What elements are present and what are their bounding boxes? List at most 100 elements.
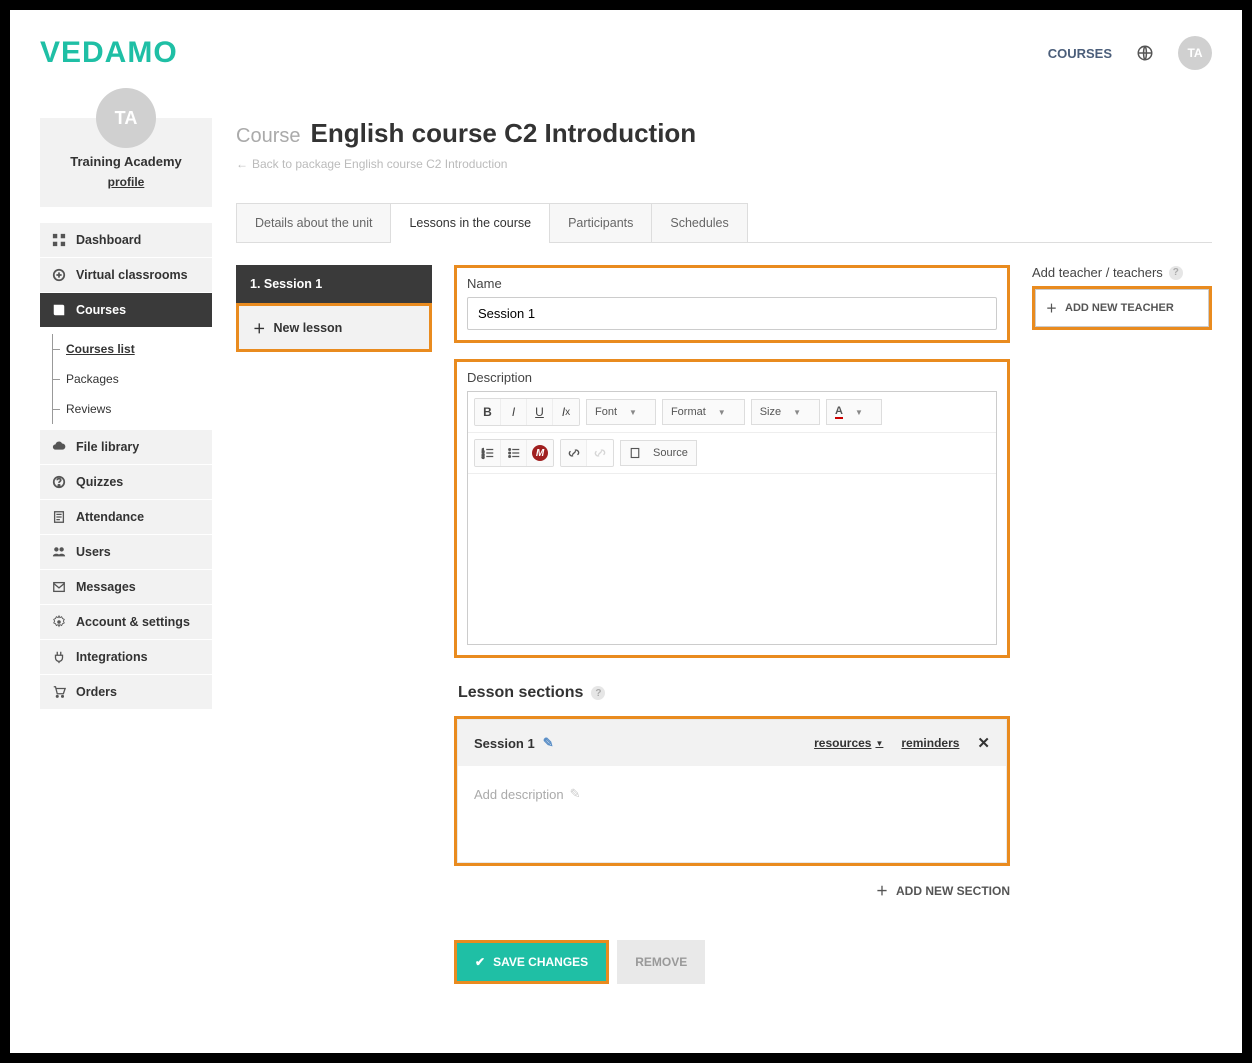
nav-account-settings[interactable]: Account & settings	[40, 605, 212, 639]
lesson-section-card: Session 1 ✎ resources ▼ reminders ✕	[457, 719, 1007, 863]
logo[interactable]: VEDAMO	[40, 36, 178, 70]
nav-attendance[interactable]: Attendance	[40, 500, 212, 534]
plus-icon: ＋	[253, 318, 266, 337]
nav-dashboard[interactable]: Dashboard	[40, 223, 212, 257]
org-name: Training Academy	[50, 154, 202, 169]
editor-body[interactable]	[468, 474, 996, 644]
question-icon	[52, 475, 66, 489]
back-link[interactable]: ← Back to package English course C2 Intr…	[236, 157, 507, 171]
nav-orders[interactable]: Orders	[40, 675, 212, 709]
globe-icon[interactable]	[1136, 44, 1154, 62]
grid-icon	[52, 233, 66, 247]
nav-integrations[interactable]: Integrations	[40, 640, 212, 674]
arrow-left-icon: ←	[236, 157, 248, 171]
add-new-section-button[interactable]: ＋ ADD NEW SECTION	[876, 882, 1010, 899]
text-color-button[interactable]: A▼	[826, 399, 882, 425]
name-field-wrap: Name	[454, 265, 1010, 343]
help-icon[interactable]: ?	[1169, 266, 1183, 280]
chevron-down-icon: ▼	[718, 408, 726, 417]
nav-label: Virtual classrooms	[76, 268, 188, 282]
size-select[interactable]: Size▼	[751, 399, 820, 425]
tab-details[interactable]: Details about the unit	[236, 203, 391, 242]
help-icon[interactable]: ?	[591, 686, 605, 700]
underline-button[interactable]: U	[527, 399, 553, 425]
ordered-list-button[interactable]: 123	[475, 440, 501, 466]
section-name: Session 1	[474, 736, 535, 751]
media-button[interactable]: M	[527, 440, 553, 466]
font-select[interactable]: Font▼	[586, 399, 656, 425]
add-description-button[interactable]: Add description ✎	[474, 786, 990, 802]
lesson-item-1[interactable]: 1. Session 1	[236, 265, 432, 303]
plus-icon: ＋	[876, 882, 888, 899]
envelope-icon	[52, 580, 66, 594]
circle-plus-icon	[52, 268, 66, 282]
unlink-button[interactable]	[587, 440, 613, 466]
nav-label: Integrations	[76, 650, 148, 664]
source-label: Source	[653, 447, 688, 459]
main-content: Course English course C2 Introduction ← …	[236, 118, 1212, 984]
subnav-reviews[interactable]: Reviews	[62, 394, 212, 424]
nav-label: Courses	[76, 303, 126, 317]
profile-link[interactable]: profile	[108, 175, 145, 189]
bold-button[interactable]: B	[475, 399, 501, 425]
link-button[interactable]	[561, 440, 587, 466]
add-new-section-label: ADD NEW SECTION	[896, 884, 1010, 898]
chevron-down-icon: ▼	[793, 408, 801, 417]
resources-text: resources	[814, 736, 871, 750]
back-link-text: Back to package English course C2 Introd…	[252, 157, 507, 171]
nav-label: Dashboard	[76, 233, 141, 247]
remove-section-icon[interactable]: ✕	[977, 734, 990, 752]
nav-quizzes[interactable]: Quizzes	[40, 465, 212, 499]
nav-label: Quizzes	[76, 475, 123, 489]
lesson-sections-heading: Lesson sections ?	[458, 684, 1010, 702]
nav-label: Users	[76, 545, 111, 559]
nav-messages[interactable]: Messages	[40, 570, 212, 604]
name-input[interactable]	[467, 297, 997, 330]
add-description-text: Add description	[474, 787, 564, 802]
edit-section-name-icon[interactable]: ✎	[543, 735, 554, 751]
save-label: SAVE CHANGES	[493, 955, 588, 969]
nav-label: File library	[76, 440, 139, 454]
format-select[interactable]: Format▼	[662, 399, 745, 425]
sections-heading-text: Lesson sections	[458, 684, 583, 702]
reminders-link[interactable]: reminders	[901, 736, 959, 750]
chevron-down-icon: ▼	[855, 408, 863, 417]
unordered-list-button[interactable]	[501, 440, 527, 466]
nav-virtual-classrooms[interactable]: Virtual classrooms	[40, 258, 212, 292]
italic-button[interactable]: I	[501, 399, 527, 425]
nav-label: Orders	[76, 685, 117, 699]
save-changes-button[interactable]: ✔ SAVE CHANGES	[457, 943, 606, 981]
subnav-packages[interactable]: Packages	[62, 364, 212, 394]
sidebar: TA Training Academy profile Dashboard Vi…	[40, 118, 212, 984]
add-new-teacher-button[interactable]: ＋ ADD NEW TEACHER	[1035, 289, 1209, 327]
source-button[interactable]: Source	[620, 440, 697, 466]
tab-participants[interactable]: Participants	[549, 203, 652, 242]
courses-link[interactable]: COURSES	[1048, 46, 1112, 61]
nav-label: Account & settings	[76, 615, 190, 629]
lessons-list: 1. Session 1 ＋ New lesson	[236, 265, 432, 352]
add-teacher-button-label: ADD NEW TEACHER	[1065, 302, 1174, 314]
subnav-courses-list[interactable]: Courses list	[62, 334, 212, 364]
chevron-down-icon: ▼	[875, 739, 883, 748]
font-select-label: Font	[595, 406, 617, 418]
user-avatar-small[interactable]: TA	[1178, 36, 1212, 70]
resources-link[interactable]: resources ▼	[814, 736, 883, 750]
page-prefix: Course	[236, 125, 300, 148]
add-teacher-label: Add teacher / teachers ?	[1032, 265, 1212, 280]
book-icon	[52, 303, 66, 317]
cloud-icon	[52, 440, 66, 454]
nav-file-library[interactable]: File library	[40, 430, 212, 464]
remove-button[interactable]: REMOVE	[617, 940, 705, 984]
tab-lessons[interactable]: Lessons in the course	[390, 203, 550, 242]
plus-icon: ＋	[1046, 300, 1057, 316]
cart-icon	[52, 685, 66, 699]
clear-format-button[interactable]: Ix	[553, 399, 579, 425]
add-teacher-text: Add teacher / teachers	[1032, 265, 1163, 280]
description-wrap: Description B I U Ix Font▼ Format▼	[454, 359, 1010, 658]
new-lesson-button[interactable]: ＋ New lesson	[239, 306, 429, 349]
tab-schedules[interactable]: Schedules	[651, 203, 747, 242]
nav-courses[interactable]: Courses	[40, 293, 212, 327]
page-title: English course C2 Introduction	[310, 118, 696, 149]
nav-users[interactable]: Users	[40, 535, 212, 569]
gear-icon	[52, 615, 66, 629]
